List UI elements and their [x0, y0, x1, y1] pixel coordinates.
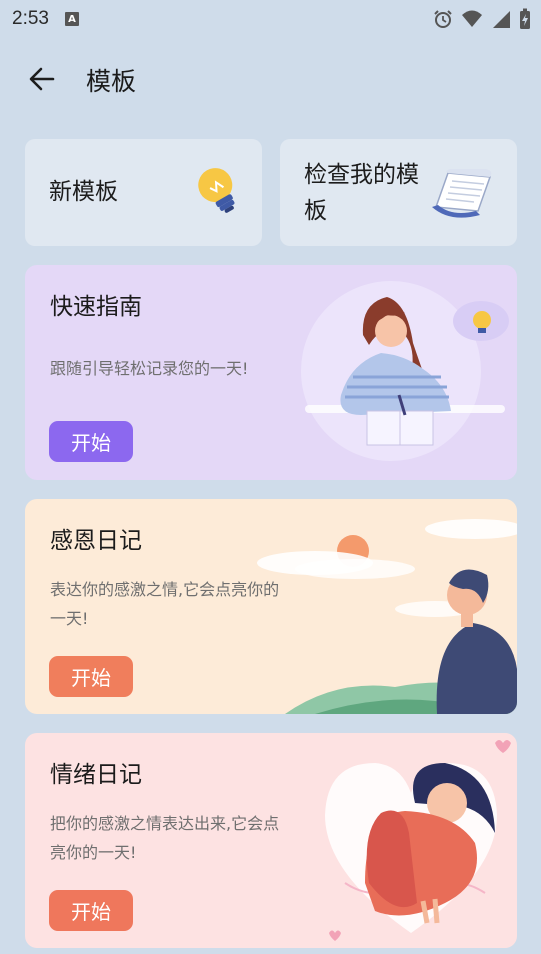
new-template-card[interactable]: 新模板 [25, 139, 262, 246]
girl-hugging-knees-illustration [325, 740, 511, 941]
wifi-icon [462, 10, 482, 27]
new-template-label: 新模板 [49, 179, 118, 205]
template-card-quick-guide[interactable]: 快速指南 跟随引导轻松记录您的一天! 开始 [25, 265, 517, 480]
template-card-mood[interactable]: 情绪日记 把你的感激之情表达出来,它会点 亮你的一天! 开始 [25, 733, 517, 948]
arrow-left-icon [29, 67, 55, 91]
template-card-gratitude[interactable]: 感恩日记 表达你的感激之情,它会点亮你的 一天! 开始 [25, 499, 517, 714]
check-templates-label-line1: 检查我的模 [304, 162, 419, 188]
check-templates-label-line2: 板 [304, 198, 327, 224]
template-title: 感恩日记 [50, 528, 142, 554]
template-description-line1: 把你的感激之情表达出来,它会点 [50, 814, 280, 833]
battery-icon [520, 8, 530, 29]
app-bar: 模板 [0, 48, 541, 108]
start-button[interactable]: 开始 [49, 656, 133, 697]
lightbulb-icon [198, 168, 235, 213]
check-my-templates-card[interactable]: 检查我的模 板 [280, 139, 517, 246]
thinking-woman-illustration [301, 281, 509, 461]
page-title: 模板 [86, 67, 137, 96]
status-time: 2:53 [12, 8, 49, 29]
status-icons [433, 8, 531, 30]
template-title: 快速指南 [50, 294, 142, 320]
template-title: 情绪日记 [50, 762, 142, 788]
notification-icon: A [64, 12, 79, 26]
template-description-line2: 亮你的一天! [50, 843, 137, 862]
signal-icon [493, 11, 510, 28]
template-description-line2: 一天! [50, 609, 89, 628]
start-button[interactable]: 开始 [49, 421, 133, 462]
start-button[interactable]: 开始 [49, 890, 133, 931]
template-description: 跟随引导轻松记录您的一天! [50, 359, 249, 378]
alarm-icon [434, 10, 452, 28]
back-button[interactable] [22, 62, 62, 96]
status-bar: 2:53 A [0, 0, 541, 38]
paper-scroll-icon [432, 169, 492, 218]
template-description-line1: 表达你的感激之情,它会点亮你的 [50, 580, 280, 599]
